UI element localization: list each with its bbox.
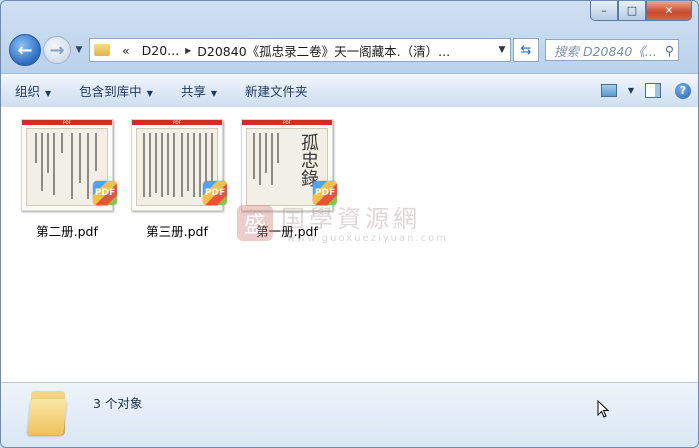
breadcrumb-overflow[interactable]: « — [116, 43, 136, 58]
command-bar: 组织 ▼ 包含到库中 ▼ 共享 ▼ 新建文件夹 ▼ ? — [1, 73, 698, 108]
share-label: 共享 — [180, 84, 206, 99]
navigation-bar: ← → ▼ « D20... ▶ D20840《孤忠录二卷》天一阁藏本.（清）.… — [9, 34, 690, 66]
pdf-banner: PDF — [22, 120, 112, 125]
chevron-down-icon: ▼ — [210, 89, 218, 98]
include-library-label: 包含到库中 — [79, 84, 142, 99]
preview-pane-icon — [645, 83, 661, 98]
help-icon: ? — [675, 82, 691, 99]
explorer-window: – □ ✕ ← → ▼ « D20... ▶ D20840《孤忠录二卷》天一阁藏… — [0, 0, 699, 448]
back-arrow-icon: ← — [17, 39, 33, 61]
breadcrumb-current[interactable]: D20840《孤忠录二卷》天一阁藏本.（清）... — [191, 41, 456, 60]
file-list[interactable]: PDF PDF 第二册.pdf PDF PDF 第三册.pdf PDF 孤忠錄 … — [1, 107, 698, 382]
recent-pages-dropdown[interactable]: ▼ — [73, 45, 85, 55]
minimize-button[interactable]: – — [590, 1, 618, 21]
cover-title: 孤忠錄 — [298, 133, 319, 187]
help-button[interactable]: ? — [668, 82, 698, 99]
folder-icon — [94, 44, 110, 56]
chevron-down-icon: ▼ — [146, 89, 153, 98]
address-dropdown-icon[interactable]: ▼ — [493, 45, 510, 55]
pdf-icon: PDF — [313, 181, 337, 205]
organize-menu[interactable]: 组织 ▼ — [1, 81, 65, 100]
maximize-button[interactable]: □ — [618, 1, 646, 21]
file-name[interactable]: 第二册.pdf — [15, 221, 119, 240]
new-folder-button[interactable]: 新建文件夹 — [231, 81, 322, 100]
chevron-down-icon: ▼ — [45, 89, 52, 98]
search-placeholder: 搜索 D20840《... — [554, 43, 657, 59]
search-input[interactable]: 搜索 D20840《... ⚲ — [545, 39, 679, 61]
forward-button[interactable]: → — [43, 36, 71, 64]
preview-pane-button[interactable] — [638, 83, 668, 98]
forward-arrow-icon: → — [49, 39, 65, 61]
change-view-button[interactable] — [594, 84, 624, 97]
more-views-dropdown[interactable]: ▼ — [624, 86, 638, 95]
address-bar[interactable]: « D20... ▶ D20840《孤忠录二卷》天一阁藏本.（清）... ▼ — [89, 38, 511, 62]
back-button[interactable]: ← — [9, 34, 41, 66]
pdf-banner: PDF — [132, 120, 222, 125]
item-count: 3 个对象 — [93, 396, 143, 411]
pdf-icon: PDF — [93, 181, 117, 205]
folder-icon — [27, 391, 67, 435]
organize-label: 组织 — [15, 84, 41, 99]
search-icon[interactable]: ⚲ — [665, 43, 674, 58]
details-pane: 3 个对象 — [1, 382, 698, 447]
pdf-banner: PDF — [242, 120, 332, 125]
file-name[interactable]: 第一册.pdf — [235, 221, 339, 240]
share-menu[interactable]: 共享 ▼ — [167, 81, 231, 100]
refresh-icon: ⇆ — [520, 42, 532, 58]
caption-buttons: – □ ✕ — [590, 1, 692, 21]
file-name[interactable]: 第三册.pdf — [125, 221, 229, 240]
close-button[interactable]: ✕ — [646, 1, 692, 21]
include-in-library-menu[interactable]: 包含到库中 ▼ — [65, 81, 167, 100]
refresh-button[interactable]: ⇆ — [513, 38, 539, 62]
mouse-cursor-icon — [597, 400, 609, 418]
toolbar-right: ▼ ? — [594, 82, 698, 99]
view-icon — [601, 84, 617, 97]
breadcrumb-parent[interactable]: D20... — [136, 43, 185, 58]
pdf-icon: PDF — [203, 181, 227, 205]
